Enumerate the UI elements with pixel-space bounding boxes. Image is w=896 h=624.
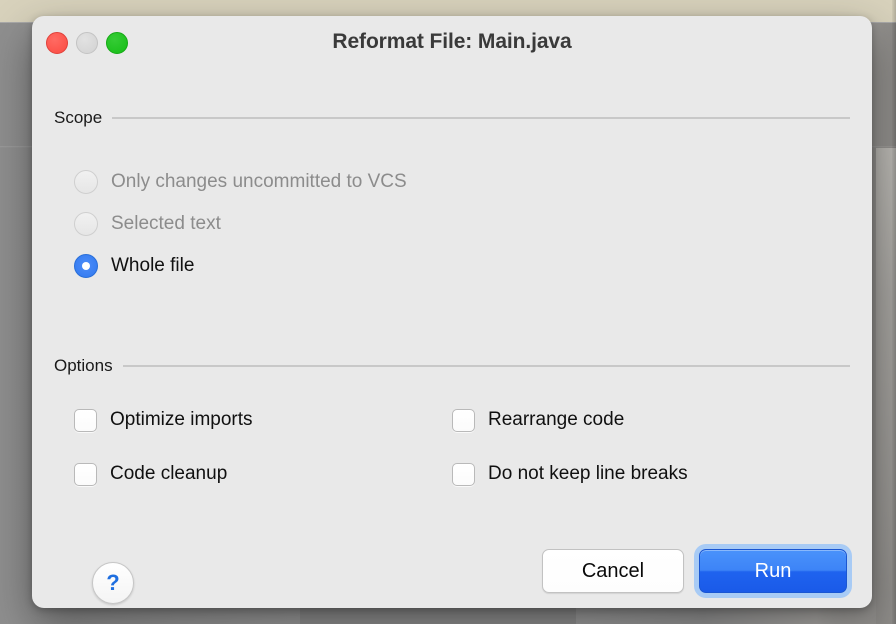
checkbox-icon-unchecked[interactable] xyxy=(74,408,97,432)
scope-section-label: Scope xyxy=(54,108,103,127)
checkbox-label: Do not keep line breaks xyxy=(488,463,688,484)
checkbox-do-not-keep-line-breaks[interactable]: Do not keep line breaks xyxy=(452,456,834,492)
backdrop-right-edge xyxy=(892,0,896,624)
options-section-divider xyxy=(122,365,850,367)
checkbox-label: Optimize imports xyxy=(110,409,253,430)
radio-icon-unselected[interactable] xyxy=(74,212,98,236)
run-button-focus-ring: Run xyxy=(694,544,852,598)
help-button[interactable]: ? xyxy=(92,562,134,604)
checkbox-rearrange-code[interactable]: Rearrange code xyxy=(452,402,834,438)
scope-radio-label: Only changes uncommitted to VCS xyxy=(111,171,407,192)
scope-section-divider xyxy=(112,117,850,119)
checkbox-icon-unchecked[interactable] xyxy=(452,408,475,432)
checkbox-icon-unchecked[interactable] xyxy=(452,462,475,486)
scope-radio-uncommitted[interactable]: Only changes uncommitted to VCS xyxy=(74,161,407,203)
scope-section-header: Scope xyxy=(54,108,850,128)
dialog-title: Reformat File: Main.java xyxy=(332,30,572,53)
scope-radio-whole-file[interactable]: Whole file xyxy=(74,245,407,287)
scope-radio-label: Whole file xyxy=(111,255,195,276)
radio-icon-selected[interactable] xyxy=(74,254,98,278)
options-checkbox-grid: Optimize imports Rearrange code Code cle… xyxy=(74,402,834,492)
checkbox-optimize-imports[interactable]: Optimize imports xyxy=(74,402,452,438)
radio-icon-unselected[interactable] xyxy=(74,170,98,194)
scope-radio-group: Only changes uncommitted to VCS Selected… xyxy=(74,161,407,287)
scope-radio-label: Selected text xyxy=(111,213,221,234)
reformat-file-dialog: Reformat File: Main.java Scope Only chan… xyxy=(32,16,872,608)
run-button[interactable]: Run xyxy=(699,549,847,593)
options-section-label: Options xyxy=(54,356,113,375)
checkbox-icon-unchecked[interactable] xyxy=(74,462,97,486)
scope-radio-selected-text[interactable]: Selected text xyxy=(74,203,407,245)
checkbox-code-cleanup[interactable]: Code cleanup xyxy=(74,456,452,492)
dialog-footer-buttons: Cancel Run xyxy=(542,544,852,598)
dialog-titlebar: Reformat File: Main.java xyxy=(32,16,872,72)
cancel-button[interactable]: Cancel xyxy=(542,549,684,593)
checkbox-label: Rearrange code xyxy=(488,409,625,430)
checkbox-label: Code cleanup xyxy=(110,463,228,484)
options-section-header: Options xyxy=(54,356,850,376)
